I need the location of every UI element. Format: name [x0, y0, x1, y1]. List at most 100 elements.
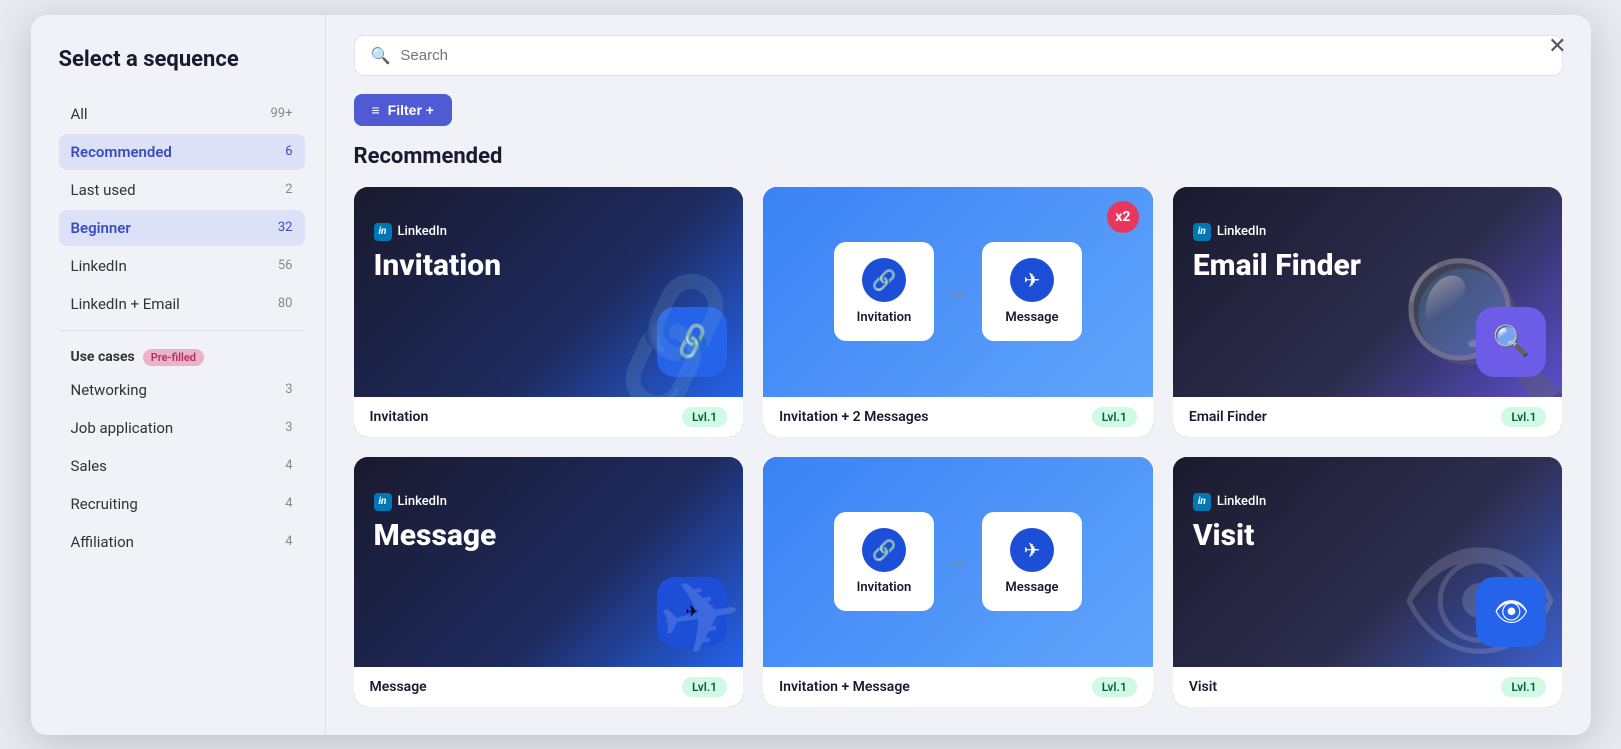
link-icon: 🔗 — [670, 320, 714, 363]
sidebar-item-label: Recruiting — [71, 495, 138, 513]
sidebar-item-count: 4 — [285, 458, 292, 473]
sidebar-item-label: LinkedIn + Email — [71, 295, 180, 313]
sidebar-item-label: Job application — [71, 419, 174, 437]
sidebar-item-linkedin[interactable]: LinkedIn 56 — [59, 248, 305, 284]
sidebar-item-label: Last used — [71, 181, 136, 199]
section-heading: Recommended — [354, 144, 1563, 169]
message-icon: ✈ — [657, 577, 727, 647]
card-image-message: in LinkedIn Message ✈ ✈ — [354, 457, 744, 667]
filter-button[interactable]: ≡ Filter + — [354, 94, 452, 126]
sidebar-item-sales[interactable]: Sales 4 — [59, 448, 305, 484]
filter-label: Filter + — [388, 102, 434, 118]
filter-icon: ≡ — [372, 102, 380, 118]
card-footer: Visit Lvl.1 — [1173, 667, 1563, 707]
level-badge: Lvl.1 — [1501, 407, 1546, 427]
sidebar-item-last-used[interactable]: Last used 2 — [59, 172, 305, 208]
sidebar-item-count: 80 — [278, 296, 293, 311]
use-cases-label: Use cases — [71, 349, 135, 365]
flow-step-message2: ✈ Message — [982, 512, 1082, 611]
linkedin-label: LinkedIn — [398, 494, 447, 509]
sidebar-item-label: Recommended — [71, 143, 172, 161]
card-overlay-message: in LinkedIn Message — [374, 493, 497, 552]
linkedin-icon: in — [374, 493, 392, 511]
flow-message-icon2: ✈ — [1010, 528, 1054, 572]
sidebar-item-job-application[interactable]: Job application 3 — [59, 410, 305, 446]
filter-bar: ≡ Filter + — [354, 94, 1563, 126]
linkedin-label: LinkedIn — [1217, 494, 1266, 509]
flow-step-label: Invitation — [857, 580, 912, 595]
sidebar-item-recommended[interactable]: Recommended 6 — [59, 134, 305, 170]
search-icon: 🔍 — [371, 46, 391, 65]
sidebar-item-recruiting[interactable]: Recruiting 4 — [59, 486, 305, 522]
flow-arrow2: → — [948, 549, 968, 574]
use-cases-section: Use cases Pre-filled — [71, 349, 305, 366]
sidebar-item-count: 3 — [285, 420, 292, 435]
sidebar-item-affiliation[interactable]: Affiliation 4 — [59, 524, 305, 560]
sidebar-item-count: 6 — [285, 144, 292, 159]
flow-step-invitation: 🔗 Invitation — [834, 242, 934, 341]
card-name: Invitation + 2 Messages — [779, 409, 928, 425]
flow-step-label: Invitation — [857, 310, 912, 325]
card-name: Visit — [1189, 679, 1217, 695]
flow-message-icon: ✈ — [1010, 258, 1054, 302]
sidebar-item-label: Affiliation — [71, 533, 134, 551]
card-name: Message — [370, 679, 427, 695]
two-step-flow-2: 🔗 Invitation → ✈ Message — [834, 512, 1082, 611]
sidebar-item-linkedin-email[interactable]: LinkedIn + Email 80 — [59, 286, 305, 322]
card-footer: Invitation + 2 Messages Lvl.1 — [763, 397, 1153, 437]
sidebar-item-count: 4 — [285, 496, 292, 511]
card-footer: Invitation Lvl.1 — [354, 397, 744, 437]
sidebar-item-label: Sales — [71, 457, 107, 475]
card-overlay-emailfinder: in LinkedIn Email Finder — [1193, 223, 1361, 282]
sidebar-item-count: 2 — [285, 182, 292, 197]
flow-arrow: → — [948, 279, 968, 304]
modal-title: Select a sequence — [59, 47, 305, 72]
search-input[interactable] — [400, 47, 1545, 64]
card-image-emailfinder: in LinkedIn Email Finder 🔍 🔍 — [1173, 187, 1563, 397]
sidebar-item-all[interactable]: All 99+ — [59, 96, 305, 132]
linkedin-label: LinkedIn — [398, 224, 447, 239]
card-title: Email Finder — [1193, 249, 1361, 282]
card-invitation-message[interactable]: 🔗 Invitation → ✈ Message Invitation + Me… — [763, 457, 1153, 707]
card-email-finder[interactable]: in LinkedIn Email Finder 🔍 🔍 Email Finde… — [1173, 187, 1563, 437]
card-title: Message — [374, 519, 497, 552]
level-badge: Lvl.1 — [1501, 677, 1546, 697]
card-visit[interactable]: in LinkedIn Visit 👁 👁 Visit Lvl.1 — [1173, 457, 1563, 707]
sidebar-divider — [59, 330, 305, 331]
x2-badge: x2 — [1107, 201, 1139, 233]
flow-step-label: Message — [1005, 310, 1058, 325]
invitation-icon: 🔗 — [657, 307, 727, 377]
card-title: Invitation — [374, 249, 502, 282]
sidebar-item-count: 99+ — [271, 106, 293, 121]
card-invitation[interactable]: in LinkedIn Invitation 🔗 🔗 Invitation Lv… — [354, 187, 744, 437]
sidebar: Select a sequence All 99+ Recommended 6 … — [31, 15, 326, 735]
card-title: Visit — [1193, 519, 1266, 552]
linkedin-icon: in — [1193, 223, 1211, 241]
sidebar-item-count: 56 — [278, 258, 293, 273]
flow-step-label: Message — [1005, 580, 1058, 595]
flow-step-message: ✈ Message — [982, 242, 1082, 341]
card-message[interactable]: in LinkedIn Message ✈ ✈ Message Lvl.1 — [354, 457, 744, 707]
card-image-invitation: in LinkedIn Invitation 🔗 🔗 — [354, 187, 744, 397]
sidebar-item-count: 32 — [278, 220, 293, 235]
sidebar-item-networking[interactable]: Networking 3 — [59, 372, 305, 408]
main-content: 🔍 ≡ Filter + Recommended in LinkedIn — [326, 15, 1591, 735]
sidebar-item-count: 3 — [285, 382, 292, 397]
sidebar-item-beginner[interactable]: Beginner 32 — [59, 210, 305, 246]
card-image-visit: in LinkedIn Visit 👁 👁 — [1173, 457, 1563, 667]
level-badge: Lvl.1 — [682, 407, 727, 427]
flow-invitation-icon2: 🔗 — [862, 528, 906, 572]
sidebar-item-label: All — [71, 105, 88, 123]
close-button[interactable]: ✕ — [1548, 35, 1566, 57]
sidebar-item-count: 4 — [285, 534, 292, 549]
level-badge: Lvl.1 — [1092, 407, 1137, 427]
cards-grid: in LinkedIn Invitation 🔗 🔗 Invitation Lv… — [354, 187, 1563, 707]
linkedin-icon: in — [1193, 493, 1211, 511]
level-badge: Lvl.1 — [1092, 677, 1137, 697]
search-bar[interactable]: 🔍 — [354, 35, 1563, 76]
card-name: Email Finder — [1189, 409, 1267, 425]
card-invitation-2-messages[interactable]: x2 🔗 Invitation → ✈ Message I — [763, 187, 1153, 437]
card-overlay-visit: in LinkedIn Visit — [1193, 493, 1266, 552]
card-footer: Invitation + Message Lvl.1 — [763, 667, 1153, 707]
card-image-inv2: x2 🔗 Invitation → ✈ Message — [763, 187, 1153, 397]
